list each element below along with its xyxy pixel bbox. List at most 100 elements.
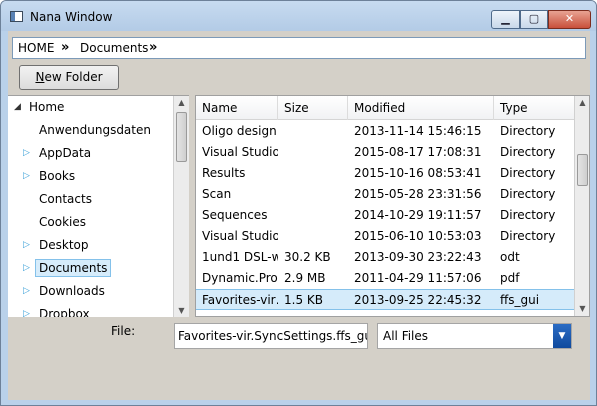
maximize-icon: ▢	[528, 12, 540, 25]
cell-name: Results	[202, 166, 246, 180]
cell-type: pdf	[500, 271, 520, 285]
table-row[interactable]: Scan 2015-05-28 23:31:56 Directory	[196, 184, 576, 205]
tree-item-cookies[interactable]: Cookies	[8, 212, 173, 234]
file-list[interactable]: Name Size Modified Type Oligo design 201…	[195, 95, 590, 317]
dialog-client-area: HOME » Documents » New Folder ◢ Home Anw…	[8, 31, 590, 400]
filename-input[interactable]: Favorites-vir.SyncSettings.ffs_gui	[174, 323, 368, 349]
cell-type: Directory	[500, 208, 556, 222]
tree-item-label: Cookies	[39, 215, 86, 229]
tree-item-dropbox[interactable]: ▷ Dropbox	[8, 304, 173, 317]
cell-modified: 2015-08-17 17:08:31	[354, 145, 482, 159]
expand-arrow-icon[interactable]: ▷	[23, 171, 30, 181]
tree-item-label: Dropbox	[39, 307, 90, 317]
minimize-button[interactable]: ▁	[491, 10, 520, 29]
cell-name: Favorites-vir…	[202, 293, 278, 307]
column-header-name[interactable]: Name	[196, 96, 278, 120]
table-row[interactable]: 1und1 DSL-w… 30.2 KB 2013-09-30 23:22:43…	[196, 247, 576, 268]
cell-name: Scan	[202, 187, 232, 201]
expand-arrow-icon[interactable]: ▷	[23, 148, 30, 158]
cell-modified: 2013-09-25 22:45:32	[354, 293, 482, 307]
cell-modified: 2014-10-29 19:11:57	[354, 208, 482, 222]
file-list-scroll-thumb[interactable]	[577, 154, 588, 186]
cell-type: Directory	[500, 187, 556, 201]
tree-item-label: Home	[29, 100, 65, 114]
cell-name: Visual Studio…	[202, 229, 278, 243]
table-row[interactable]: Visual Studio… 2015-06-10 10:53:03 Direc…	[196, 226, 576, 247]
tree-item-label: AppData	[39, 146, 92, 160]
scroll-up-icon[interactable]: ▲	[174, 96, 189, 110]
tree-item-label: Contacts	[39, 192, 92, 206]
tree-scrollbar[interactable]: ▲ ▼	[173, 96, 189, 317]
tree-item-label: Downloads	[39, 284, 105, 298]
scroll-up-icon[interactable]: ▲	[575, 96, 589, 110]
tree-item-appdata[interactable]: ▷ AppData	[8, 143, 173, 165]
table-row-selected[interactable]: Favorites-vir… 1.5 KB 2013-09-25 22:45:3…	[196, 289, 576, 310]
maximize-button[interactable]: ▢	[520, 10, 548, 29]
breadcrumb-home[interactable]: HOME	[18, 41, 54, 55]
cell-size: 1.5 KB	[284, 293, 323, 307]
cell-name: 1und1 DSL-w…	[202, 250, 278, 264]
breadcrumb-documents[interactable]: Documents	[80, 41, 148, 55]
expanded-arrow-icon[interactable]: ◢	[14, 102, 21, 112]
expand-arrow-icon[interactable]: ▷	[23, 263, 30, 273]
close-button[interactable]: ✕	[548, 10, 591, 29]
cell-name: Dynamic.Pro…	[202, 271, 278, 285]
tree-item-anwendungsdaten[interactable]: Anwendungsdaten	[8, 120, 173, 142]
expand-arrow-icon[interactable]: ▷	[23, 309, 30, 317]
title-bar[interactable]: Nana Window ▁ ▢ ✕	[1, 1, 596, 31]
tree-item-downloads[interactable]: ▷ Downloads	[8, 281, 173, 303]
cell-size: 30.2 KB	[284, 250, 331, 264]
breadcrumb-separator[interactable]: »	[61, 40, 69, 55]
new-folder-button[interactable]: New Folder	[19, 65, 119, 90]
tree-item-home[interactable]: ◢ Home	[8, 97, 173, 119]
scroll-down-icon[interactable]: ▼	[174, 304, 189, 317]
column-header-size[interactable]: Size	[278, 96, 348, 120]
cell-modified: 2015-05-28 23:31:56	[354, 187, 482, 201]
cell-size: 2.9 MB	[284, 271, 326, 285]
file-type-select[interactable]: All Files ▼	[377, 323, 572, 349]
address-bar[interactable]: HOME » Documents »	[12, 37, 586, 59]
column-header-type[interactable]: Type	[494, 96, 576, 120]
cell-type: Directory	[500, 145, 556, 159]
scroll-down-icon[interactable]: ▼	[575, 302, 589, 316]
cell-type: ffs_gui	[500, 293, 540, 307]
tree-item-label: Desktop	[39, 238, 89, 252]
tree-scroll-thumb[interactable]	[176, 112, 187, 162]
table-row[interactable]: Dynamic.Pro… 2.9 MB 2011-04-29 11:57:06 …	[196, 268, 576, 289]
table-row[interactable]: Visual Studio… 2015-08-17 17:08:31 Direc…	[196, 142, 576, 163]
app-window: Nana Window ▁ ▢ ✕ HOME » Documents » New…	[0, 0, 597, 406]
tree-item-label: Books	[39, 169, 76, 183]
tree-item-documents[interactable]: ▷ Documents	[8, 258, 173, 280]
breadcrumb-separator[interactable]: »	[149, 40, 157, 55]
table-row[interactable]: Oligo design 2013-11-14 15:46:15 Directo…	[196, 121, 576, 142]
cell-modified: 2015-10-16 08:53:41	[354, 166, 482, 180]
expand-arrow-icon[interactable]: ▷	[23, 240, 30, 250]
cell-type: Directory	[500, 124, 556, 138]
cell-name: Visual Studio…	[202, 145, 278, 159]
window-title: Nana Window	[30, 10, 113, 24]
cell-type: Directory	[500, 229, 556, 243]
expand-arrow-icon[interactable]: ▷	[23, 286, 30, 296]
table-row[interactable]: Sequences 2014-10-29 19:11:57 Directory	[196, 205, 576, 226]
column-header-modified[interactable]: Modified	[348, 96, 494, 120]
cell-type: odt	[500, 250, 520, 264]
file-list-header: Name Size Modified Type	[196, 96, 576, 120]
new-folder-label: ew Folder	[44, 70, 103, 84]
tree-item-label: Documents	[35, 259, 112, 277]
cell-modified: 2013-11-14 15:46:15	[354, 124, 482, 138]
tree-item-desktop[interactable]: ▷ Desktop	[8, 235, 173, 257]
file-list-scrollbar[interactable]: ▲ ▼	[574, 96, 589, 316]
tree-item-contacts[interactable]: Contacts	[8, 189, 173, 211]
tree-item-books[interactable]: ▷ Books	[8, 166, 173, 188]
cell-modified: 2015-06-10 10:53:03	[354, 229, 482, 243]
table-row[interactable]: Results 2015-10-16 08:53:41 Directory	[196, 163, 576, 184]
chevron-down-icon[interactable]: ▼	[553, 324, 571, 348]
file-type-value: All Files	[383, 329, 429, 343]
cell-modified: 2013-09-30 23:22:43	[354, 250, 482, 264]
minimize-icon: ▁	[501, 12, 510, 25]
cell-type: Directory	[500, 166, 556, 180]
window-app-icon	[10, 11, 23, 22]
cell-name: Oligo design	[202, 124, 277, 138]
tree-item-label: Anwendungsdaten	[39, 123, 151, 137]
folder-tree[interactable]: ◢ Home Anwendungsdaten ▷ AppData ▷ Books…	[8, 95, 189, 317]
